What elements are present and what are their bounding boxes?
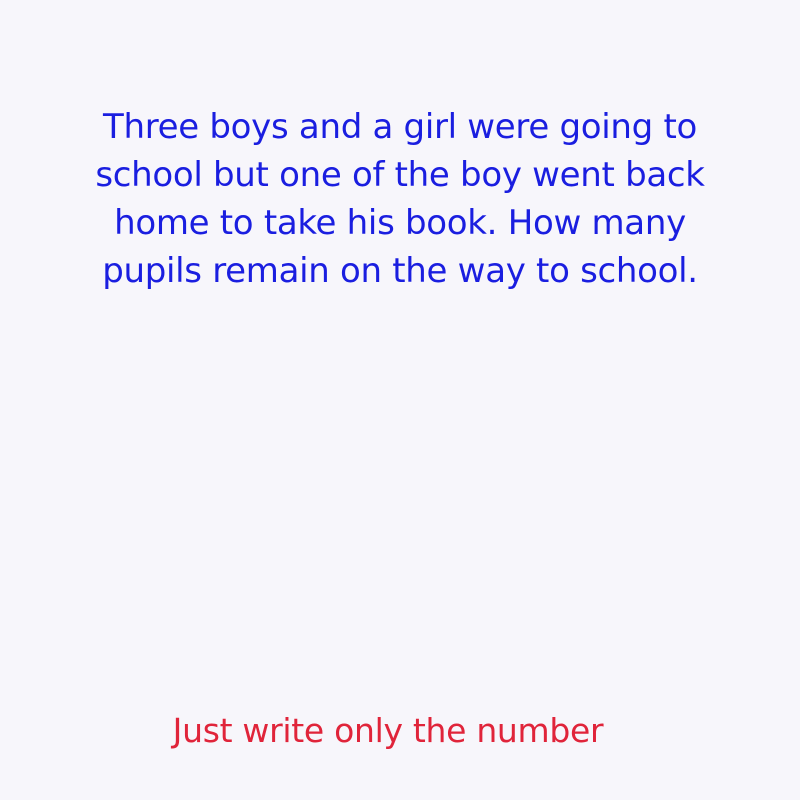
question-text: Three boys and a girl were going to scho…: [50, 103, 750, 295]
question-line: home to take his book. How many: [114, 203, 686, 243]
question-line: school but one of the boy went back: [95, 155, 705, 195]
question-line: pupils remain on the way to school.: [102, 251, 698, 291]
question-line: Three boys and a girl were going to: [103, 107, 697, 147]
instruction-text: Just write only the number: [172, 711, 604, 750]
